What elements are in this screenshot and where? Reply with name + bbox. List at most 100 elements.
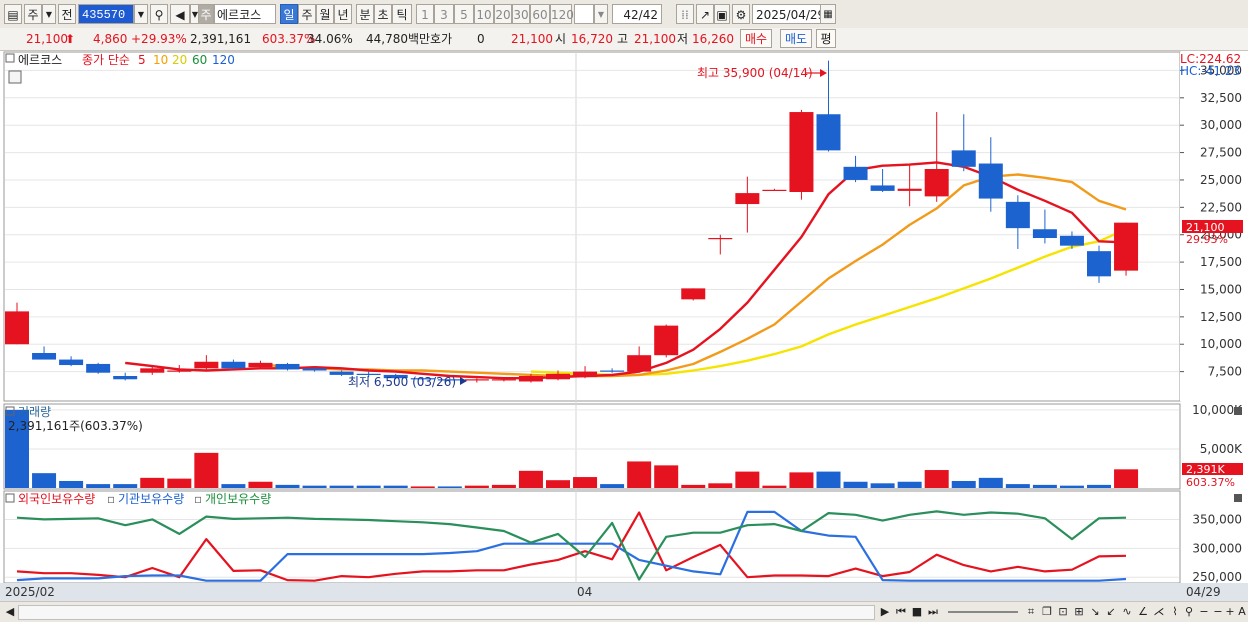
volume-close-icon[interactable] bbox=[1234, 407, 1242, 415]
candle-body bbox=[113, 376, 138, 380]
candle-body bbox=[518, 376, 543, 382]
trend-icon[interactable]: ↘ bbox=[1088, 604, 1102, 619]
scroll-right-icon[interactable]: ▶ bbox=[878, 604, 892, 619]
stop-icon[interactable]: ■ bbox=[910, 604, 924, 619]
zoom-slider[interactable] bbox=[948, 611, 1018, 613]
wave-icon[interactable]: ∿ bbox=[1120, 604, 1134, 619]
chart-svg[interactable]: 7,50010,00012,50015,00017,50020,00022,50… bbox=[0, 50, 1248, 601]
holdings-close-icon[interactable] bbox=[1234, 494, 1242, 502]
candle-body bbox=[951, 150, 976, 167]
candle-body bbox=[735, 193, 760, 205]
font-size-icon[interactable]: A bbox=[1236, 604, 1248, 619]
holdings-legend-sep2: ▫ bbox=[194, 492, 202, 506]
stock-name: 에르코스 bbox=[214, 4, 276, 24]
type-select[interactable]: 주 bbox=[24, 4, 42, 24]
table-icon[interactable] bbox=[8, 70, 22, 84]
zoom-out-icon[interactable]: − bbox=[1198, 604, 1210, 619]
volume-bar bbox=[248, 481, 273, 488]
candle-body bbox=[654, 325, 679, 356]
volume-tick-label: 5,000K bbox=[1200, 442, 1243, 456]
crosshair-icon[interactable]: ⌗ bbox=[1024, 604, 1038, 619]
holdings-tick-label: 350,000 bbox=[1192, 512, 1242, 526]
scroll-left-icon[interactable]: ◀ bbox=[4, 604, 16, 619]
interval-10[interactable]: 10 bbox=[474, 4, 494, 24]
interval-custom-input[interactable] bbox=[574, 4, 594, 24]
interval-20[interactable]: 20 bbox=[494, 4, 512, 24]
date-input[interactable]: 2025/04/29 bbox=[752, 4, 825, 24]
period-minute[interactable]: 분 bbox=[356, 4, 374, 24]
period-month[interactable]: 월 bbox=[316, 4, 334, 24]
volume-bar bbox=[194, 452, 219, 488]
legend-ma-label: 종가 단순 bbox=[82, 53, 130, 67]
calendar-icon[interactable]: ▦ bbox=[820, 4, 836, 24]
x-label-mid: 04 bbox=[577, 585, 592, 599]
period-second[interactable]: 초 bbox=[374, 4, 392, 24]
volume-bar bbox=[816, 471, 841, 488]
volume-bar bbox=[681, 484, 706, 488]
sell-button[interactable]: 매도 bbox=[780, 29, 812, 48]
interval-30[interactable]: 30 bbox=[512, 4, 530, 24]
stock-code-input[interactable]: 435570 bbox=[78, 4, 134, 24]
candle-body bbox=[627, 355, 652, 372]
layout-icon[interactable]: ⊡ bbox=[1056, 604, 1070, 619]
angle-icon[interactable]: ∠ bbox=[1136, 604, 1150, 619]
chart-area[interactable]: 7,500 10,000 12,500 15,000 17,500 20,000 22,50… bbox=[0, 50, 1248, 601]
code-dropdown-icon[interactable]: ▼ bbox=[134, 4, 148, 24]
holdings-legend-foreign: 외국인보유수량 bbox=[18, 492, 95, 506]
magnifier-icon[interactable]: ⚲ bbox=[1182, 604, 1196, 619]
line-icon[interactable]: ↙ bbox=[1104, 604, 1118, 619]
holdings-legend-individual: 개인보유수량 bbox=[205, 492, 271, 506]
legend-ma5: 5 bbox=[138, 53, 146, 67]
volume-bar bbox=[1059, 485, 1084, 488]
page-count[interactable]: 42/42 bbox=[612, 4, 662, 24]
interval-1[interactable]: 1 bbox=[416, 4, 434, 24]
legend-ma120: 120 bbox=[212, 53, 235, 67]
search-icon[interactable]: ⚲ bbox=[150, 4, 168, 24]
chart-type-icon[interactable]: ▤ bbox=[4, 4, 22, 24]
type-dropdown-icon[interactable]: ▼ bbox=[42, 4, 56, 24]
settings-icon[interactable]: ⚙ bbox=[732, 4, 750, 24]
candle-body bbox=[978, 163, 1003, 199]
avg-button[interactable]: 평 bbox=[816, 29, 836, 48]
period-day[interactable]: 일 bbox=[280, 4, 298, 24]
change-percent: +29.93% bbox=[131, 32, 187, 46]
minus-icon[interactable]: − bbox=[1212, 604, 1224, 619]
rewind-icon[interactable]: ⏮ bbox=[894, 604, 908, 619]
open-label: 시 bbox=[555, 32, 567, 46]
volume-bar bbox=[1032, 484, 1057, 488]
plus-icon[interactable]: + bbox=[1224, 604, 1236, 619]
grid-icon[interactable]: ⁞⁞ bbox=[676, 4, 694, 24]
period-year[interactable]: 년 bbox=[334, 4, 352, 24]
volume-bar bbox=[951, 480, 976, 488]
horizontal-scrollbar[interactable] bbox=[18, 605, 875, 620]
volume-bar bbox=[546, 480, 570, 488]
fast-forward-icon[interactable]: ⏭ bbox=[926, 604, 940, 619]
volume-bar bbox=[86, 484, 111, 488]
save-icon[interactable]: ▣ bbox=[714, 4, 730, 24]
period-week[interactable]: 주 bbox=[298, 4, 316, 24]
prev-button[interactable]: 전 bbox=[58, 4, 76, 24]
trade-amount: 44,780백만 bbox=[366, 32, 431, 46]
legend-ma60: 60 bbox=[192, 53, 207, 67]
period-tick[interactable]: 틱 bbox=[392, 4, 412, 24]
interval-3[interactable]: 3 bbox=[434, 4, 454, 24]
interval-5[interactable]: 5 bbox=[454, 4, 474, 24]
volume-bar bbox=[302, 485, 327, 488]
interval-120[interactable]: 120 bbox=[550, 4, 574, 24]
draw-icon[interactable]: ↗ bbox=[696, 4, 714, 24]
interval-dropdown-icon[interactable]: ▼ bbox=[594, 4, 608, 24]
x-axis-bar bbox=[0, 583, 1248, 601]
buy-button[interactable]: 매수 bbox=[740, 29, 772, 48]
candle-body bbox=[140, 368, 165, 373]
volume-bar bbox=[437, 486, 462, 488]
quote-bar: 21,100 ⬆ 4,860 +29.93% 2,391,161 603.37%… bbox=[0, 28, 1248, 51]
volume-bar bbox=[221, 484, 246, 488]
speaker-icon[interactable]: ◀ bbox=[170, 4, 190, 24]
fan-icon[interactable]: ⋌ bbox=[1152, 604, 1166, 619]
volume-bar bbox=[464, 485, 489, 488]
chart-style-icon[interactable]: ⊞ bbox=[1072, 604, 1086, 619]
copy-icon[interactable]: ❐ bbox=[1040, 604, 1054, 619]
interval-60[interactable]: 60 bbox=[530, 4, 550, 24]
volume-bar bbox=[1087, 484, 1111, 488]
text-tool-icon[interactable]: ⌇ bbox=[1168, 604, 1182, 619]
